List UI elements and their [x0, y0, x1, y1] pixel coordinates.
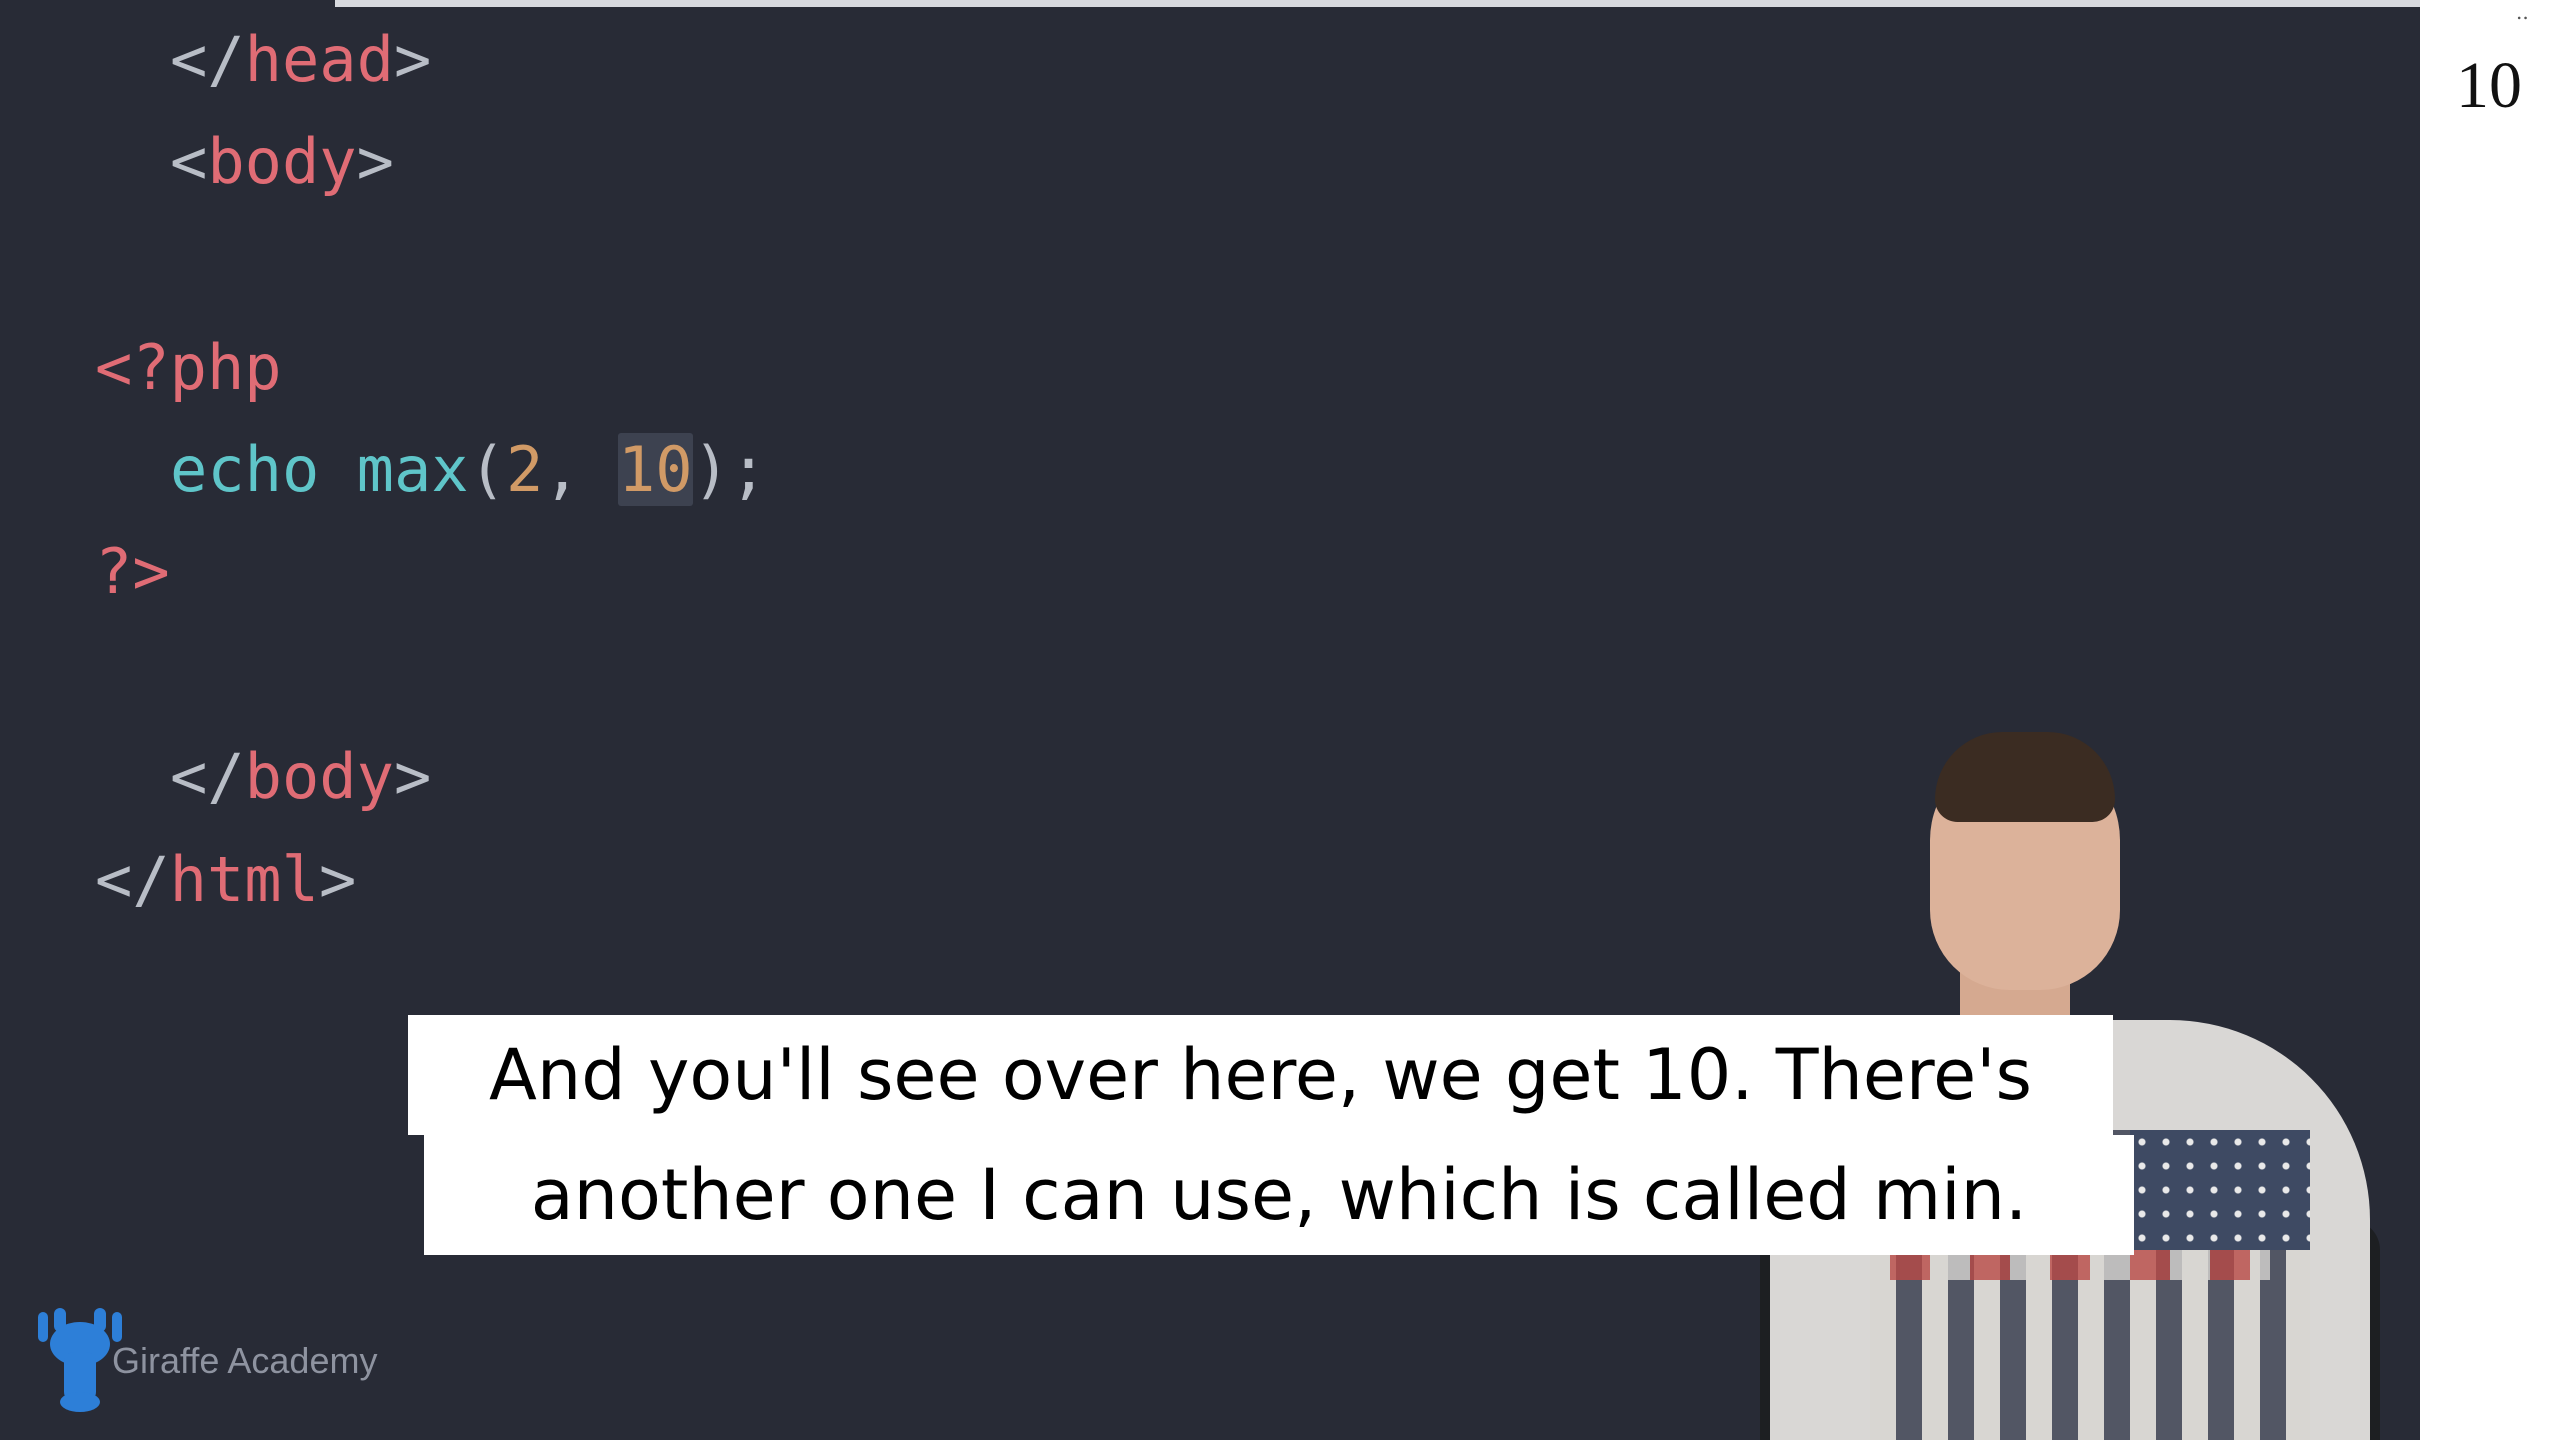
code-token-punct: >	[393, 23, 432, 96]
code-line-php-close: ?>	[95, 532, 170, 612]
code-token-tag: html	[169, 843, 319, 916]
code-token-fn: max	[356, 433, 469, 506]
code-token-num: 2	[505, 433, 544, 506]
code-token-num: 10	[617, 433, 693, 506]
code-token-punct: >	[356, 125, 394, 198]
logo-text: Giraffe Academy	[112, 1340, 378, 1381]
code-line-php-open: <?php	[95, 328, 282, 408]
code-line-body-open: <body>	[170, 122, 394, 202]
presenter-hair	[1935, 732, 2115, 822]
code-token-php: <?php	[95, 331, 282, 404]
code-token-tag: head	[244, 23, 394, 96]
code-token-tag: body	[244, 740, 394, 813]
code-token-punct: >	[318, 843, 357, 916]
code-token-tag: body	[207, 125, 357, 198]
code-token-punct: <	[170, 125, 208, 198]
output-dots: ..	[2516, 0, 2529, 24]
caption-line-2: another one I can use, which is called m…	[424, 1135, 2134, 1255]
code-line-body-close: </body>	[170, 737, 431, 817]
code-line-echo-max: echo max(2, 10);	[170, 430, 767, 510]
code-token-punct	[319, 433, 356, 506]
code-token-punct: </	[95, 843, 170, 916]
code-line-html-close: </html>	[95, 840, 356, 920]
giraffe-academy-logo: Giraffe Academy	[32, 1308, 452, 1418]
code-token-punct: ,	[543, 433, 618, 506]
video-frame: </head> <body> <?php echo max(2, 10); ?>…	[0, 0, 2560, 1440]
code-token-punct: </	[170, 740, 245, 813]
code-token-php: ?>	[95, 535, 170, 608]
code-token-punct: >	[393, 740, 432, 813]
code-line-head-close: </head>	[170, 20, 431, 100]
browser-output-panel: .. 10	[2420, 0, 2560, 1440]
code-token-punct: (	[468, 433, 506, 506]
output-value: 10	[2456, 49, 2522, 122]
shirt-stars-print	[2130, 1130, 2310, 1250]
code-token-punct: );	[692, 433, 768, 506]
caption-line-1: And you'll see over here, we get 10. The…	[408, 1015, 2113, 1135]
code-token-fn: echo	[170, 433, 320, 506]
code-token-punct: </	[170, 23, 245, 96]
